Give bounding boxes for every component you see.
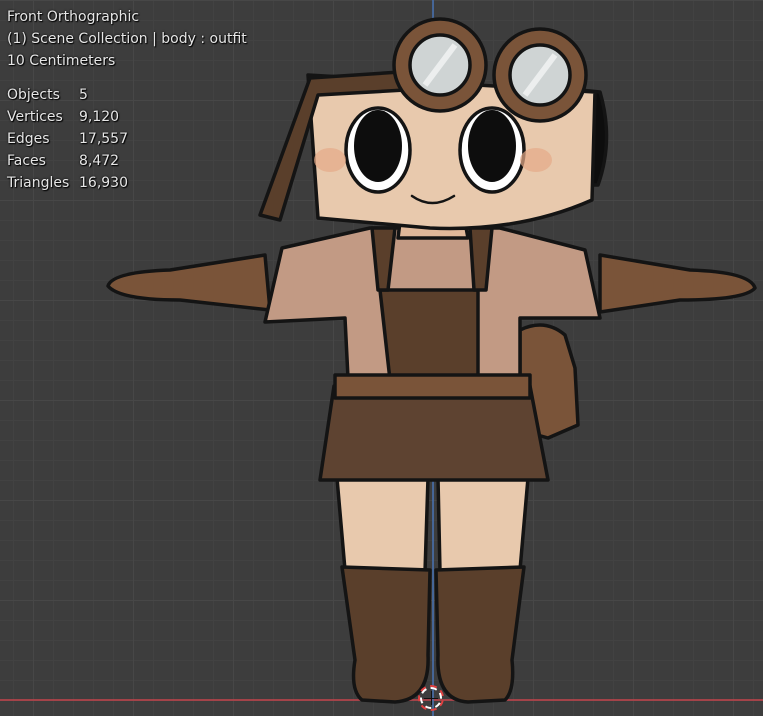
stats-row-vertices: Vertices 9,120 <box>7 109 120 125</box>
grid-scale: 10 Centimeters <box>7 53 116 69</box>
3d-cursor[interactable] <box>420 687 442 709</box>
overall-bib <box>378 288 480 382</box>
right-leg <box>436 476 530 574</box>
right-arm <box>598 253 757 314</box>
left-arm <box>106 253 272 312</box>
left-leg <box>335 476 430 574</box>
3d-viewport[interactable]: Front Orthographic (1) Scene Collection … <box>0 0 763 716</box>
stats-row-objects: Objects 5 <box>7 87 88 103</box>
stats-row-edges: Edges 17,557 <box>7 131 128 147</box>
right-boot <box>434 565 526 704</box>
stats-row-faces: Faces 8,472 <box>7 153 120 169</box>
scene-statistics: Objects 5 Vertices 9,120 Edges 17,557 Fa… <box>7 84 128 194</box>
collection-info: (1) Scene Collection | body : outfit <box>7 31 247 47</box>
waist-band <box>333 373 532 400</box>
skirt <box>318 384 550 482</box>
left-boot <box>340 565 432 704</box>
view-name: Front Orthographic <box>7 9 140 25</box>
viewport-info: Front Orthographic (1) Scene Collection … <box>7 6 247 72</box>
stats-row-triangles: Triangles 16,930 <box>7 175 128 191</box>
